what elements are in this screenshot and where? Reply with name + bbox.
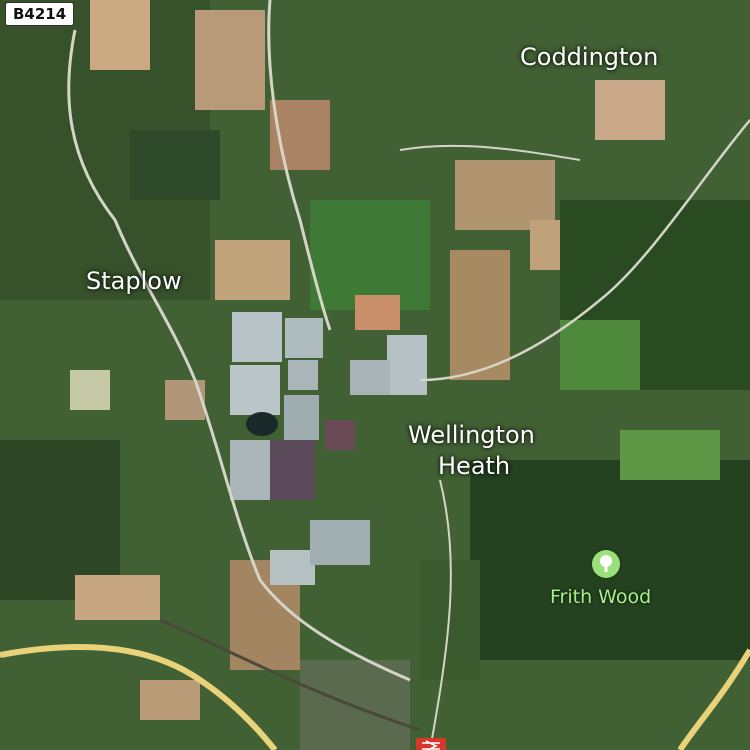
field	[165, 380, 205, 420]
field	[595, 80, 665, 140]
greenhouse	[387, 335, 427, 395]
satellite-map[interactable]: B4214 Coddington Staplow Wellington Heat…	[0, 0, 750, 750]
greenhouse	[230, 440, 270, 500]
field	[140, 680, 200, 720]
field	[215, 240, 290, 300]
greenhouse	[310, 520, 370, 565]
place-label-staplow[interactable]: Staplow	[86, 266, 182, 296]
map-terrain	[0, 0, 750, 750]
place-label-heath[interactable]: Heath	[438, 451, 510, 481]
field	[130, 130, 220, 200]
field	[90, 0, 150, 70]
field	[270, 440, 315, 500]
field	[195, 10, 265, 110]
place-label-wellington[interactable]: Wellington	[408, 420, 535, 450]
greenhouse	[288, 360, 318, 390]
railway-station-icon[interactable]	[416, 738, 446, 750]
field	[325, 420, 355, 450]
field	[560, 320, 640, 390]
field	[70, 370, 110, 410]
field	[620, 430, 720, 480]
field	[455, 160, 555, 230]
pond	[246, 412, 278, 436]
greenhouse	[230, 365, 280, 415]
greenhouse	[232, 312, 282, 362]
greenhouse	[285, 318, 323, 358]
field	[310, 200, 430, 310]
field	[355, 295, 400, 330]
place-label-coddington[interactable]: Coddington	[520, 42, 658, 72]
tree-icon[interactable]	[592, 550, 620, 578]
field	[450, 250, 510, 380]
greenhouse	[270, 550, 315, 585]
road-shield-b4214[interactable]: B4214	[5, 2, 75, 26]
greenhouse	[350, 360, 390, 395]
poi-label-frith-wood[interactable]: Frith Wood	[550, 585, 651, 609]
greenhouse	[284, 395, 319, 440]
field	[75, 575, 160, 620]
